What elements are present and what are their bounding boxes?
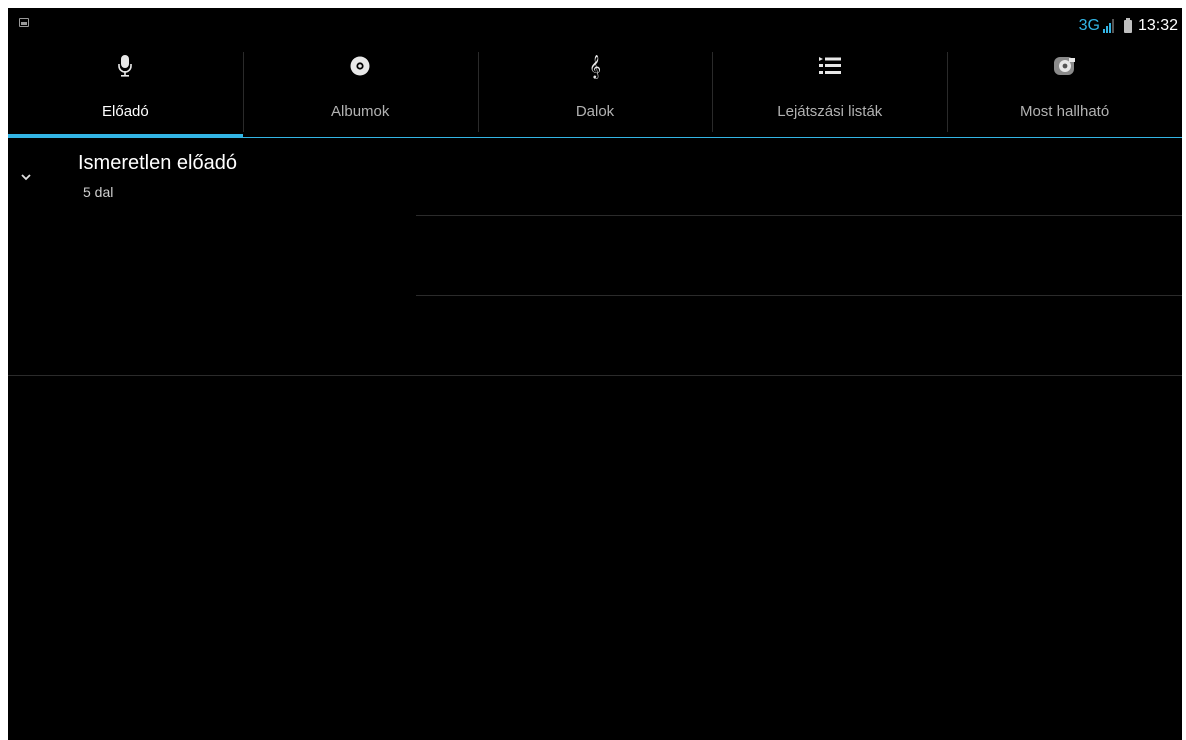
- clock: 13:32: [1137, 17, 1178, 34]
- tab-songs[interactable]: 𝄞 Dalok: [477, 44, 713, 138]
- battery-icon: [1123, 17, 1132, 33]
- status-indicators: 3G 13:32: [1079, 16, 1178, 36]
- tab-artists[interactable]: Előadó: [8, 44, 243, 138]
- tab-playlists[interactable]: Lejátszási listák: [712, 44, 948, 138]
- playlist-icon: [818, 54, 842, 78]
- chevron-down-icon[interactable]: [21, 172, 31, 182]
- network-type-label: 3G: [1078, 17, 1100, 34]
- picture-notification-icon: [19, 18, 29, 27]
- tab-label: Előadó: [102, 103, 149, 120]
- artist-name: Ismeretlen előadó: [78, 152, 237, 174]
- list-divider: [8, 375, 1182, 376]
- tab-label: Most hallható: [1019, 103, 1110, 120]
- treble-clef-icon: 𝄞: [589, 54, 601, 78]
- tab-now-playing[interactable]: Most hallható: [947, 44, 1182, 138]
- album-disc-icon: [348, 54, 372, 78]
- tab-label: Albumok: [331, 103, 390, 120]
- artist-list: Ismeretlen előadó 5 dal: [8, 138, 1182, 376]
- tab-label: Dalok: [575, 103, 615, 120]
- status-bar: 3G 13:32: [8, 8, 1182, 44]
- album-child-row[interactable]: [8, 296, 1182, 376]
- tab-albums[interactable]: Albumok: [242, 44, 478, 138]
- artist-list-item[interactable]: Ismeretlen előadó 5 dal: [8, 138, 1182, 216]
- now-playing-icon: [1053, 54, 1077, 78]
- artist-song-count: 5 dal: [83, 184, 114, 200]
- music-app-screen: 3G 13:32 Előadó Albumok 𝄞 Dalok Lejátszá…: [8, 8, 1182, 740]
- library-tabs: Előadó Albumok 𝄞 Dalok Lejátszási listák…: [8, 44, 1182, 138]
- tab-label: Lejátszási listák: [777, 103, 883, 120]
- signal-icon: [1102, 19, 1114, 33]
- microphone-icon: [113, 54, 137, 78]
- album-child-row[interactable]: [8, 216, 1182, 296]
